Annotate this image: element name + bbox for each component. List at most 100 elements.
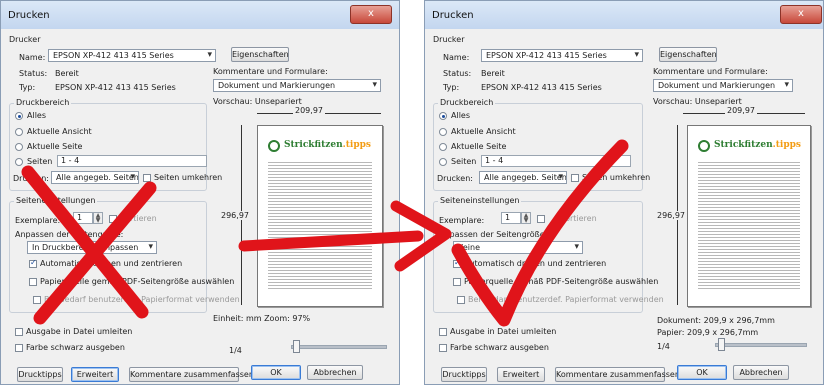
status-label: Status: — [443, 69, 472, 78]
reverse-pages-checkbox[interactable] — [143, 174, 151, 182]
pages-input[interactable]: 1 - 4 — [481, 155, 631, 167]
print-range-legend: Druckbereich — [14, 98, 72, 107]
ok-button[interactable]: OK — [251, 365, 301, 380]
custom-paper-checkbox[interactable] — [33, 296, 41, 304]
print-dialog-right: Drucken x Drucker Name: EPSON XP-412 413… — [424, 0, 824, 385]
advanced-button[interactable]: Erweitert — [497, 367, 545, 382]
pages-input[interactable]: 1 - 4 — [57, 155, 207, 167]
choose-paper-label: Papierquelle gemäß PDF-Seitengröße auswä… — [464, 277, 659, 286]
copies-spinner[interactable]: ▲ ▼ — [93, 212, 103, 224]
type-value: EPSON XP-412 413 415 Series — [55, 83, 176, 92]
comments-select[interactable]: Dokument und Markierungen — [213, 79, 381, 92]
logo-text: Strickfitzen.tipps — [284, 140, 371, 150]
radio-pages-label: Seiten — [27, 157, 53, 166]
logo-text: Strickfitzen.tipps — [714, 140, 801, 150]
preview-text-lines — [268, 160, 372, 290]
radio-current-view[interactable] — [439, 128, 447, 136]
printer-legend: Drucker — [433, 35, 465, 44]
print-to-file-label: Ausgabe in Datei umleiten — [26, 327, 133, 336]
print-black-checkbox[interactable] — [439, 344, 447, 352]
print-label: Drucken: — [13, 174, 49, 183]
document-size: Dokument: 209,9 x 296,7mm — [657, 316, 775, 325]
copies-input[interactable]: 1 — [501, 212, 521, 224]
comments-select[interactable]: Dokument und Markierungen — [653, 79, 793, 92]
radio-current-view[interactable] — [15, 128, 23, 136]
summarize-button[interactable]: Kommentare zusammenfassen — [129, 367, 254, 382]
page-counter: 1/4 — [229, 346, 242, 355]
radio-all[interactable] — [439, 112, 447, 120]
custom-paper-label: Bei Bedarf benutzerdef. Papierformat ver… — [44, 295, 240, 304]
summarize-button[interactable]: Kommentare zusammenfassen — [555, 367, 680, 382]
page-settings-legend: Seiteneinstellungen — [438, 196, 522, 205]
scaling-select[interactable]: Keine — [453, 241, 583, 254]
properties-button[interactable]: Eigenschaften — [231, 47, 289, 62]
status-value: Bereit — [55, 69, 79, 78]
title-bar: Drucken — [1, 1, 399, 29]
print-subset-select[interactable]: Alle angegeb. Seiten — [479, 171, 567, 184]
page-slider-track[interactable] — [715, 343, 807, 347]
radio-pages[interactable] — [15, 158, 23, 166]
reverse-pages-label: Seiten umkehren — [154, 173, 223, 182]
dialog-title: Drucken — [8, 9, 50, 21]
choose-paper-checkbox[interactable] — [29, 278, 37, 286]
scaling-label: Anpassen der Seitengröße: — [439, 230, 548, 239]
tips-button[interactable]: Drucktipps — [17, 367, 63, 382]
radio-current-page[interactable] — [439, 143, 447, 151]
status-value: Bereit — [481, 69, 505, 78]
print-black-label: Farbe schwarz ausgeben — [450, 343, 549, 352]
collate-checkbox[interactable] — [537, 215, 545, 223]
title-bar: Drucken — [425, 1, 823, 29]
copies-label: Exemplare: — [15, 216, 61, 225]
collate-label: Sortieren — [120, 214, 157, 223]
cancel-button[interactable]: Abbrechen — [733, 365, 789, 380]
print-black-checkbox[interactable] — [15, 344, 23, 352]
close-button[interactable]: x — [780, 5, 822, 24]
preview-width: 209,97 — [725, 106, 757, 115]
copies-spinner[interactable]: ▲ ▼ — [521, 212, 531, 224]
name-label: Name: — [19, 53, 46, 62]
properties-button[interactable]: Eigenschaften — [659, 47, 717, 62]
custom-paper-label: Bei Bedarf benutzerdef. Papierformat ver… — [468, 295, 664, 304]
radio-all[interactable] — [15, 112, 23, 120]
radio-current-page-label: Aktuelle Seite — [27, 142, 83, 151]
choose-paper-label: Papierquelle gemäß PDF-Seitengröße auswä… — [40, 277, 235, 286]
zoom-info: Einheit: mm Zoom: 97% — [213, 314, 311, 323]
page-slider-thumb[interactable] — [718, 338, 725, 351]
radio-current-page[interactable] — [15, 143, 23, 151]
radio-pages[interactable] — [439, 158, 447, 166]
ok-button[interactable]: OK — [677, 365, 727, 380]
auto-rotate-checkbox[interactable] — [453, 258, 461, 268]
preview-height: 296,97 — [657, 211, 685, 220]
page-slider-track[interactable] — [291, 345, 387, 349]
radio-pages-label: Seiten — [451, 157, 477, 166]
custom-paper-checkbox[interactable] — [457, 296, 465, 304]
print-subset-select[interactable]: Alle angegeb. Seiten — [51, 171, 139, 184]
reverse-pages-label: Seiten umkehren — [582, 173, 651, 182]
reverse-pages-checkbox[interactable] — [571, 174, 579, 182]
page-counter: 1/4 — [657, 342, 670, 351]
radio-current-view-label: Aktuelle Ansicht — [451, 127, 516, 136]
radio-all-label: Alles — [27, 111, 47, 120]
printer-select[interactable]: EPSON XP-412 413 415 Series — [481, 49, 643, 62]
auto-rotate-label: Automatisch drehen und zentrieren — [464, 259, 607, 268]
page-slider-thumb[interactable] — [293, 340, 300, 353]
type-value: EPSON XP-412 413 415 Series — [481, 83, 602, 92]
preview-label: Vorschau: Unsepariert — [653, 97, 742, 106]
auto-rotate-checkbox[interactable] — [29, 258, 37, 268]
page-settings-legend: Seiteneinstellungen — [14, 196, 98, 205]
logo-circle-icon — [268, 140, 280, 152]
copies-input[interactable]: 1 — [73, 212, 93, 224]
scaling-select[interactable]: In Druckbereich einpassen — [27, 241, 157, 254]
print-to-file-checkbox[interactable] — [439, 328, 447, 336]
tips-button[interactable]: Drucktipps — [441, 367, 487, 382]
logo-circle-icon — [698, 140, 710, 152]
choose-paper-checkbox[interactable] — [453, 278, 461, 286]
preview-page: Strickfitzen.tipps — [687, 125, 811, 307]
print-to-file-checkbox[interactable] — [15, 328, 23, 336]
collate-checkbox[interactable] — [109, 215, 117, 223]
printer-select[interactable]: EPSON XP-412 413 415 Series — [48, 49, 216, 62]
radio-current-page-label: Aktuelle Seite — [451, 142, 507, 151]
cancel-button[interactable]: Abbrechen — [307, 365, 363, 380]
close-button[interactable]: x — [350, 5, 392, 24]
advanced-button[interactable]: Erweitert — [71, 367, 119, 382]
